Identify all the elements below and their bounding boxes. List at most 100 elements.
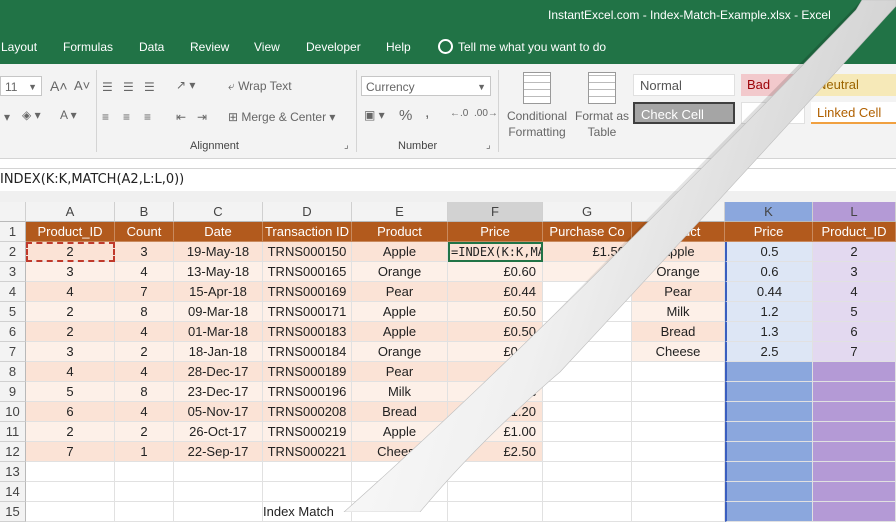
table-cell-G3[interactable]: £ bbox=[543, 262, 632, 282]
table-cell-C14[interactable] bbox=[174, 482, 263, 502]
row-header-10[interactable]: 10 bbox=[0, 402, 26, 422]
decrease-indent-icon[interactable]: ⇤ bbox=[176, 110, 186, 124]
alignment-launcher-icon[interactable]: ⌟ bbox=[344, 140, 349, 151]
table-cell-L4[interactable]: 4 bbox=[813, 282, 896, 302]
table-cell-A10[interactable]: 6 bbox=[26, 402, 115, 422]
table-cell-D10[interactable]: TRNS000208 bbox=[263, 402, 352, 422]
table-cell-D13[interactable] bbox=[263, 462, 352, 482]
column-header-J[interactable]: J bbox=[632, 202, 725, 222]
table-cell-F2[interactable]: =INDEX(K:K,MA bbox=[448, 242, 543, 262]
tell-me-box[interactable]: Tell me what you want to do bbox=[438, 39, 606, 54]
percent-style-button[interactable]: % bbox=[399, 107, 412, 124]
table-cell-J2[interactable]: Apple bbox=[632, 242, 725, 262]
table-cell-E7[interactable]: Orange bbox=[352, 342, 448, 362]
conditional-formatting-button[interactable]: Conditional Formatting bbox=[503, 70, 569, 140]
align-bottom-icon[interactable]: ☰ bbox=[144, 80, 155, 94]
table-cell-C10[interactable]: 05-Nov-17 bbox=[174, 402, 263, 422]
table-cell-A11[interactable]: 2 bbox=[26, 422, 115, 442]
table-cell-A13[interactable] bbox=[26, 462, 115, 482]
table-header-G[interactable]: Purchase Co bbox=[543, 222, 632, 242]
table-cell-K11[interactable] bbox=[725, 422, 813, 442]
table-cell-A6[interactable]: 2 bbox=[26, 322, 115, 342]
accounting-format-icon[interactable]: ▣ ▾ bbox=[364, 108, 385, 122]
row-header-6[interactable]: 6 bbox=[0, 322, 26, 342]
select-all-corner[interactable] bbox=[0, 202, 26, 222]
row-header-4[interactable]: 4 bbox=[0, 282, 26, 302]
table-cell-C3[interactable]: 13-May-18 bbox=[174, 262, 263, 282]
table-cell-E4[interactable]: Pear bbox=[352, 282, 448, 302]
table-cell-J14[interactable] bbox=[632, 482, 725, 502]
increase-decimal-icon[interactable]: ←.0 bbox=[450, 108, 468, 119]
align-left-icon[interactable]: ≡ bbox=[102, 110, 109, 124]
table-cell-D7[interactable]: TRNS000184 bbox=[263, 342, 352, 362]
table-cell-G10[interactable] bbox=[543, 402, 632, 422]
table-cell-J3[interactable]: Orange bbox=[632, 262, 725, 282]
table-cell-B15[interactable] bbox=[115, 502, 174, 522]
style-normal[interactable]: Normal bbox=[633, 74, 735, 96]
table-cell-F13[interactable] bbox=[448, 462, 543, 482]
column-header-G[interactable]: G bbox=[543, 202, 632, 222]
borders-icon[interactable]: ▾ bbox=[4, 110, 10, 124]
table-cell-K3[interactable]: 0.6 bbox=[725, 262, 813, 282]
number-launcher-icon[interactable]: ⌟ bbox=[486, 140, 491, 151]
orientation-icon[interactable]: ↗ ▾ bbox=[176, 78, 195, 92]
row-header-12[interactable]: 12 bbox=[0, 442, 26, 462]
table-cell-D2[interactable]: TRNS000150 bbox=[263, 242, 352, 262]
column-header-E[interactable]: E bbox=[352, 202, 448, 222]
table-cell-E8[interactable]: Pear bbox=[352, 362, 448, 382]
table-cell-G8[interactable] bbox=[543, 362, 632, 382]
table-cell-C7[interactable]: 18-Jan-18 bbox=[174, 342, 263, 362]
table-cell-K4[interactable]: 0.44 bbox=[725, 282, 813, 302]
align-center-icon[interactable]: ≡ bbox=[123, 110, 130, 124]
table-cell-K8[interactable] bbox=[725, 362, 813, 382]
table-cell-F6[interactable]: £0.50 bbox=[448, 322, 543, 342]
row-header-15[interactable]: 15 bbox=[0, 502, 26, 522]
table-cell-B7[interactable]: 2 bbox=[115, 342, 174, 362]
table-cell-G7[interactable] bbox=[543, 342, 632, 362]
tab-page-layout[interactable]: Layout bbox=[1, 40, 37, 54]
align-right-icon[interactable]: ≡ bbox=[144, 110, 151, 124]
table-cell-L14[interactable] bbox=[813, 482, 896, 502]
table-cell-C8[interactable]: 28-Dec-17 bbox=[174, 362, 263, 382]
table-cell-G14[interactable] bbox=[543, 482, 632, 502]
table-cell-B5[interactable]: 8 bbox=[115, 302, 174, 322]
table-cell-L5[interactable]: 5 bbox=[813, 302, 896, 322]
table-cell-J5[interactable]: Milk bbox=[632, 302, 725, 322]
table-cell-F7[interactable]: £0.60 bbox=[448, 342, 543, 362]
table-cell-C15[interactable] bbox=[174, 502, 263, 522]
table-cell-K6[interactable]: 1.3 bbox=[725, 322, 813, 342]
table-cell-J13[interactable] bbox=[632, 462, 725, 482]
table-cell-B2[interactable]: 3 bbox=[115, 242, 174, 262]
table-cell-D5[interactable]: TRNS000171 bbox=[263, 302, 352, 322]
tab-formulas[interactable]: Formulas bbox=[63, 40, 113, 54]
font-size-select[interactable]: 11 ▼ bbox=[0, 76, 42, 96]
table-cell-F12[interactable]: £2.50 bbox=[448, 442, 543, 462]
table-cell-B9[interactable]: 8 bbox=[115, 382, 174, 402]
tab-developer[interactable]: Developer bbox=[306, 40, 361, 54]
table-cell-J15[interactable] bbox=[632, 502, 725, 522]
table-cell-K15[interactable] bbox=[725, 502, 813, 522]
table-cell-L3[interactable]: 3 bbox=[813, 262, 896, 282]
table-cell-G2[interactable]: £1.50 bbox=[543, 242, 632, 262]
table-cell-B8[interactable]: 4 bbox=[115, 362, 174, 382]
row-header-13[interactable]: 13 bbox=[0, 462, 26, 482]
table-cell-G11[interactable] bbox=[543, 422, 632, 442]
table-cell-B13[interactable] bbox=[115, 462, 174, 482]
row-header-11[interactable]: 11 bbox=[0, 422, 26, 442]
table-cell-L12[interactable] bbox=[813, 442, 896, 462]
table-cell-J10[interactable] bbox=[632, 402, 725, 422]
table-cell-A3[interactable]: 3 bbox=[26, 262, 115, 282]
table-cell-F10[interactable]: £1.20 bbox=[448, 402, 543, 422]
table-cell-F3[interactable]: £0.60 bbox=[448, 262, 543, 282]
table-cell-L2[interactable]: 2 bbox=[813, 242, 896, 262]
table-cell-K13[interactable] bbox=[725, 462, 813, 482]
formula-bar[interactable]: INDEX(K:K,MATCH(A2,L:L,0)) bbox=[0, 168, 896, 192]
table-cell-L15[interactable] bbox=[813, 502, 896, 522]
table-cell-L7[interactable]: 7 bbox=[813, 342, 896, 362]
table-cell-G15[interactable] bbox=[543, 502, 632, 522]
fill-color-icon[interactable]: ◈ ▾ bbox=[22, 108, 41, 122]
table-cell-J7[interactable]: Cheese bbox=[632, 342, 725, 362]
table-cell-J12[interactable] bbox=[632, 442, 725, 462]
row-header-8[interactable]: 8 bbox=[0, 362, 26, 382]
table-cell-G6[interactable] bbox=[543, 322, 632, 342]
